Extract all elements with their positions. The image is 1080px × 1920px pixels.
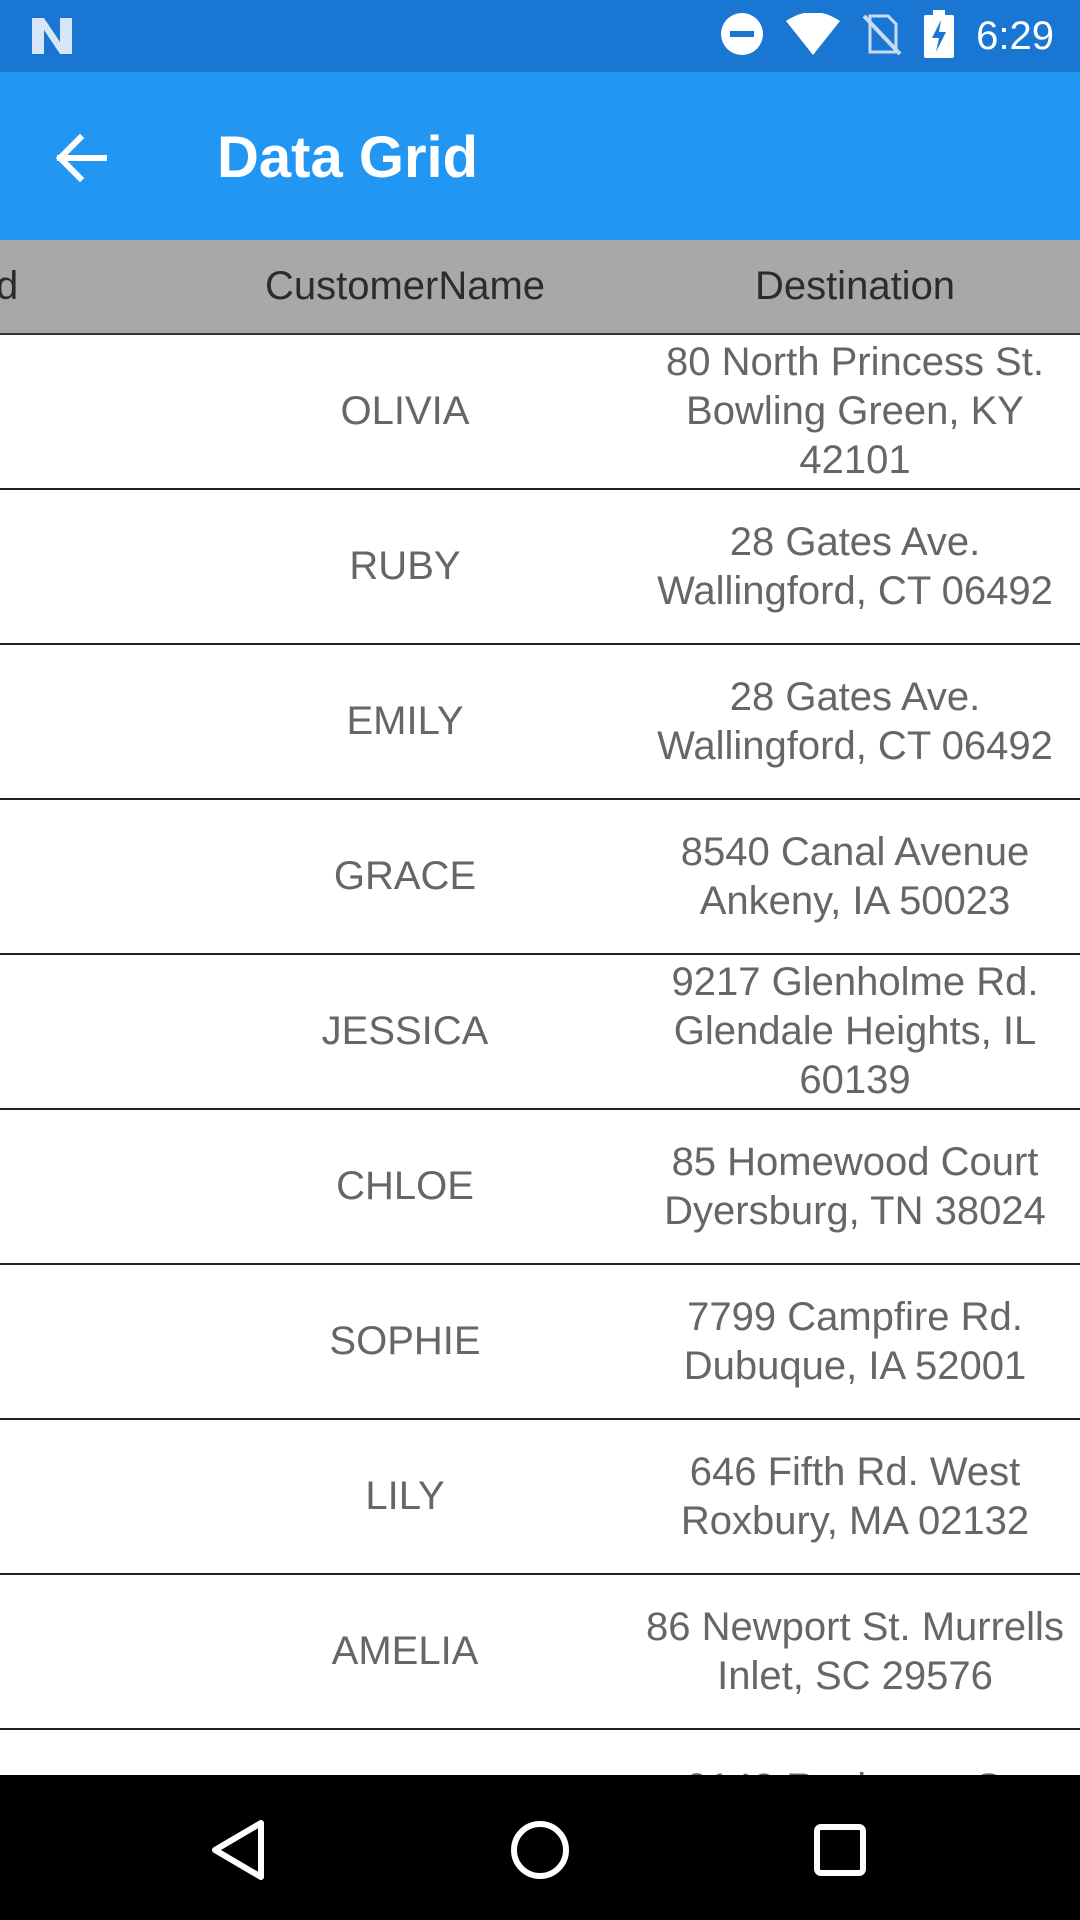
table-row[interactable]: GRACE 8540 Canal Avenue Ankeny, IA 50023: [0, 800, 1080, 955]
customer-name-cell: SOPHIE: [329, 1319, 481, 1363]
status-time: 6:29: [976, 13, 1054, 58]
table-row[interactable]: RUBY 28 Gates Ave. Wallingford, CT 06492: [0, 490, 1080, 645]
customer-name-cell: EMILY: [346, 699, 464, 743]
navigation-bar: [0, 1775, 1080, 1920]
destination-cell: 8540 Canal Avenue Ankeny, IA 50023: [680, 829, 1030, 923]
back-triangle-icon: [212, 1820, 264, 1880]
destination-cell: 9148 Rockcrest St.: [620, 1730, 1080, 1775]
wifi-icon: [786, 11, 841, 60]
customer-name-cell: AMELIA: [331, 1629, 479, 1673]
app-bar: Data Grid: [0, 72, 1080, 240]
home-circle-icon: [511, 1821, 569, 1879]
table-row[interactable]: LILY 646 Fifth Rd. West Roxbury, MA 0213…: [0, 1420, 1080, 1575]
customer-name-cell: OLIVIA: [340, 389, 470, 433]
nav-recents-button[interactable]: [805, 1815, 875, 1885]
battery-charging-icon: [924, 9, 955, 63]
nav-back-button[interactable]: [205, 1815, 275, 1885]
recents-square-icon: [814, 1824, 866, 1876]
customer-name-cell: LILY: [365, 1474, 445, 1518]
table-row[interactable]: CHLOE 85 Homewood Court Dyersburg, TN 38…: [0, 1110, 1080, 1265]
table-row[interactable]: JESSICA 9217 Glenholme Rd. Glendale Heig…: [0, 955, 1080, 1110]
customer-name-cell: [205, 1730, 605, 1775]
column-header-destination[interactable]: Destination: [620, 240, 1080, 333]
column-header-customer-name[interactable]: CustomerName: [205, 240, 605, 333]
customer-name-cell: GRACE: [333, 854, 477, 898]
destination-cell: 646 Fifth Rd. West Roxbury, MA 02132: [680, 1449, 1030, 1543]
customer-name-cell: RUBY: [349, 544, 461, 588]
status-bar: 6:29: [0, 0, 1080, 72]
nav-home-button[interactable]: [505, 1815, 575, 1885]
table-row[interactable]: SOPHIE 7799 Campfire Rd. Dubuque, IA 520…: [0, 1265, 1080, 1420]
no-sim-icon: [862, 12, 902, 61]
destination-cell: 85 Homewood Court Dyersburg, TN 38024: [664, 1139, 1046, 1233]
destination-cell: 80 North Princess St. Bowling Green, KY …: [666, 340, 1044, 482]
arrow-back-icon: [55, 133, 107, 183]
customer-name-cell: JESSICA: [321, 1009, 489, 1053]
destination-cell: 9217 Glenholme Rd. Glendale Heights, IL …: [671, 960, 1039, 1102]
grid-header: d CustomerName Destination: [0, 240, 1080, 335]
notification-n-icon: [30, 16, 74, 61]
back-button[interactable]: [50, 126, 114, 190]
data-grid[interactable]: d CustomerName Destination OLIVIA 80 Nor…: [0, 240, 1080, 1775]
destination-cell: 86 Newport St. Murrells Inlet, SC 29576: [646, 1604, 1064, 1698]
table-row[interactable]: AMELIA 86 Newport St. Murrells Inlet, SC…: [0, 1575, 1080, 1730]
page-title: Data Grid: [217, 125, 479, 190]
table-row[interactable]: OLIVIA 80 North Princess St. Bowling Gre…: [0, 335, 1080, 490]
destination-cell: 7799 Campfire Rd. Dubuque, IA 52001: [683, 1294, 1027, 1388]
grid-rows: OLIVIA 80 North Princess St. Bowling Gre…: [0, 335, 1080, 1775]
destination-cell: 28 Gates Ave. Wallingford, CT 06492: [657, 519, 1053, 613]
table-row[interactable]: 9148 Rockcrest St.: [0, 1730, 1080, 1775]
destination-cell: 28 Gates Ave. Wallingford, CT 06492: [657, 674, 1053, 768]
status-icons: 6:29: [720, 0, 1054, 72]
column-header-partial[interactable]: d: [0, 240, 36, 333]
customer-name-cell: CHLOE: [336, 1164, 474, 1208]
do-not-disturb-icon: [720, 12, 764, 61]
table-row[interactable]: EMILY 28 Gates Ave. Wallingford, CT 0649…: [0, 645, 1080, 800]
